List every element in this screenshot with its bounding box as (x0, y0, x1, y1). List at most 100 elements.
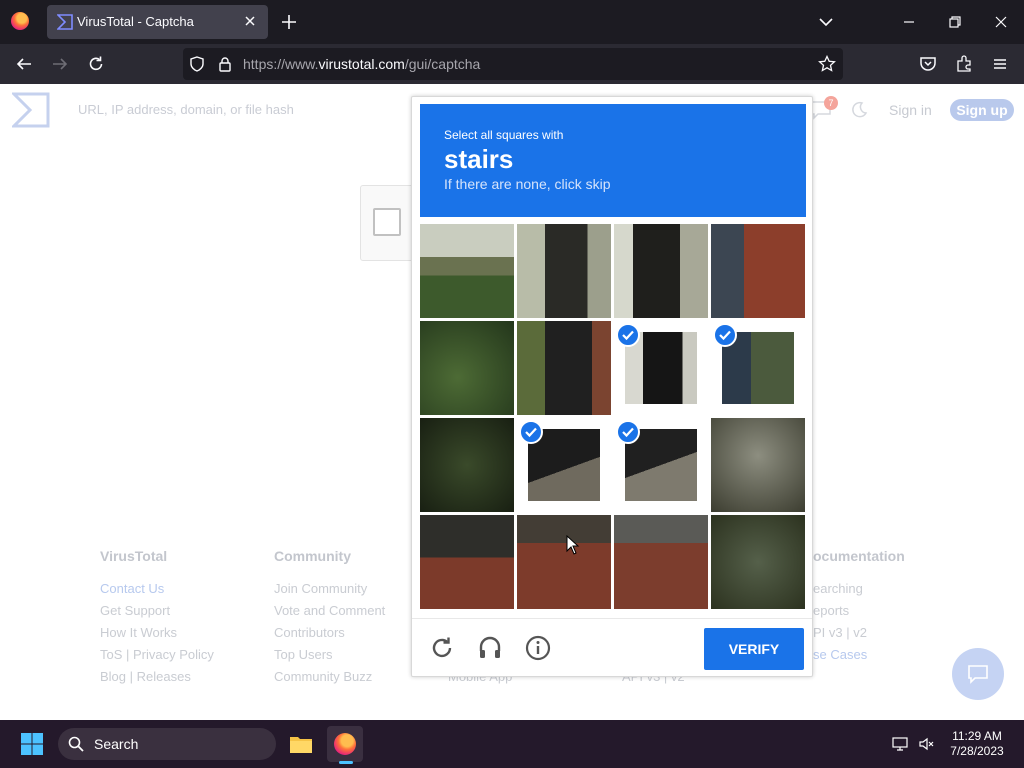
tile-image (420, 224, 514, 318)
footer-link-contributors[interactable]: Contributors (274, 622, 385, 644)
bookmark-star-icon[interactable] (818, 55, 836, 73)
captcha-tile[interactable] (614, 418, 708, 512)
forward-icon[interactable] (51, 55, 69, 73)
captcha-tile[interactable] (420, 224, 514, 318)
captcha-tile[interactable] (614, 515, 708, 609)
extensions-icon[interactable] (955, 55, 973, 73)
url-prefix: https://www. (243, 56, 319, 72)
footer-heading: Community (274, 548, 351, 564)
footer-link-community-buzz[interactable]: Community Buzz (274, 666, 385, 688)
tile-selected-check-icon (616, 420, 640, 444)
captcha-image-grid (420, 224, 806, 610)
volume-muted-icon[interactable] (918, 736, 934, 752)
tile-selected-check-icon (519, 420, 543, 444)
footer-link-api-docs[interactable]: PI v3 | v2 (813, 622, 905, 644)
info-icon[interactable] (525, 635, 551, 661)
footer-link-get-support[interactable]: Get Support (100, 600, 214, 622)
chat-button[interactable] (952, 648, 1004, 700)
close-tab-icon[interactable] (242, 13, 258, 29)
tile-image (517, 515, 611, 609)
windows-start-icon[interactable] (20, 732, 44, 756)
captcha-tile[interactable] (517, 515, 611, 609)
footer-link-contact-us[interactable]: Contact Us (100, 578, 214, 600)
restore-icon[interactable] (945, 12, 965, 32)
clock-time: 11:29 AM (952, 729, 1002, 743)
pocket-icon[interactable] (919, 55, 937, 73)
footer-heading: ocumentation (813, 548, 905, 564)
url-domain: virustotal.com (318, 56, 405, 72)
captcha-tile[interactable] (711, 418, 805, 512)
captcha-footer: VERIFY (412, 618, 812, 676)
search-icon (68, 736, 84, 752)
captcha-tile[interactable] (517, 418, 611, 512)
audio-challenge-icon[interactable] (477, 635, 503, 661)
active-app-indicator (339, 761, 353, 764)
footer-link-use-cases[interactable]: se Cases (813, 644, 905, 666)
captcha-tile[interactable] (711, 321, 805, 415)
list-all-tabs-icon[interactable] (816, 12, 836, 32)
shield-icon[interactable] (189, 56, 205, 72)
new-tab-icon[interactable] (280, 13, 298, 31)
taskbar-search-box[interactable]: Search (58, 728, 276, 760)
url-bar[interactable]: https://www.virustotal.com/gui/captcha (183, 48, 843, 80)
footer-link-how-it-works[interactable]: How It Works (100, 622, 214, 644)
browser-nav-bar: https://www.virustotal.com/gui/captcha (0, 44, 1024, 84)
tile-selected-check-icon (616, 323, 640, 347)
tile-image (517, 224, 611, 318)
folder-icon (290, 737, 312, 753)
notification-count-badge: 7 (824, 96, 838, 110)
close-window-icon[interactable] (991, 12, 1011, 32)
captcha-tile[interactable] (420, 515, 514, 609)
system-clock[interactable]: 11:29 AM 7/28/2023 (944, 729, 1010, 759)
minimize-icon[interactable] (899, 12, 919, 32)
captcha-tile[interactable] (517, 224, 611, 318)
virustotal-logo-icon[interactable] (12, 92, 50, 128)
firefox-taskbar-app[interactable] (327, 726, 363, 762)
firefox-menu-icon[interactable] (11, 12, 29, 30)
verify-button[interactable]: VERIFY (704, 628, 804, 670)
footer-link-blog-releases[interactable]: Blog | Releases (100, 666, 214, 688)
back-icon[interactable] (15, 55, 33, 73)
virustotal-favicon-icon (57, 14, 73, 30)
footer-column-community: Community Join Community Vote and Commen… (274, 548, 385, 688)
captcha-checkbox[interactable] (373, 208, 401, 236)
tile-image (711, 418, 805, 512)
footer-link-searching[interactable]: earching (813, 578, 905, 600)
footer-link-vote-comment[interactable]: Vote and Comment (274, 600, 385, 622)
tile-image (420, 418, 514, 512)
captcha-tile[interactable] (420, 321, 514, 415)
file-explorer-app[interactable] (283, 726, 319, 762)
sign-up-button[interactable]: Sign up (950, 99, 1014, 121)
footer-link-tos-privacy[interactable]: ToS | Privacy Policy (100, 644, 214, 666)
captcha-challenge-dialog: Select all squares with stairs If there … (411, 96, 813, 677)
firefox-icon (334, 733, 356, 755)
footer-link-join-community[interactable]: Join Community (274, 578, 385, 600)
captcha-tile[interactable] (517, 321, 611, 415)
tab-virustotal-captcha[interactable]: VirusTotal - Captcha (47, 5, 268, 39)
network-icon[interactable] (892, 736, 908, 752)
browser-tab-bar: VirusTotal - Captcha (0, 0, 1024, 44)
search-input[interactable]: URL, IP address, domain, or file hash (78, 102, 294, 117)
footer-heading: VirusTotal (100, 548, 168, 564)
captcha-tile[interactable] (420, 418, 514, 512)
tile-image (614, 515, 708, 609)
dark-mode-moon-icon[interactable] (850, 101, 868, 119)
captcha-tile[interactable] (711, 224, 805, 318)
mouse-cursor-icon (566, 535, 580, 555)
captcha-tile[interactable] (711, 515, 805, 609)
captcha-tile[interactable] (614, 321, 708, 415)
footer-column-virustotal: VirusTotal Contact Us Get Support How It… (100, 548, 214, 688)
captcha-tile[interactable] (614, 224, 708, 318)
tile-image (614, 224, 708, 318)
reload-icon[interactable] (87, 55, 105, 73)
tile-image (711, 224, 805, 318)
footer-link-top-users[interactable]: Top Users (274, 644, 385, 666)
refresh-icon[interactable] (429, 635, 455, 661)
lock-icon[interactable] (217, 56, 233, 72)
footer-link-reports[interactable]: eports (813, 600, 905, 622)
tile-image (517, 321, 611, 415)
prompt-instruction: Select all squares with (444, 128, 564, 142)
url-text[interactable]: https://www.virustotal.com/gui/captcha (243, 56, 480, 72)
hamburger-menu-icon[interactable] (991, 55, 1009, 73)
sign-in-link[interactable]: Sign in (889, 102, 932, 118)
